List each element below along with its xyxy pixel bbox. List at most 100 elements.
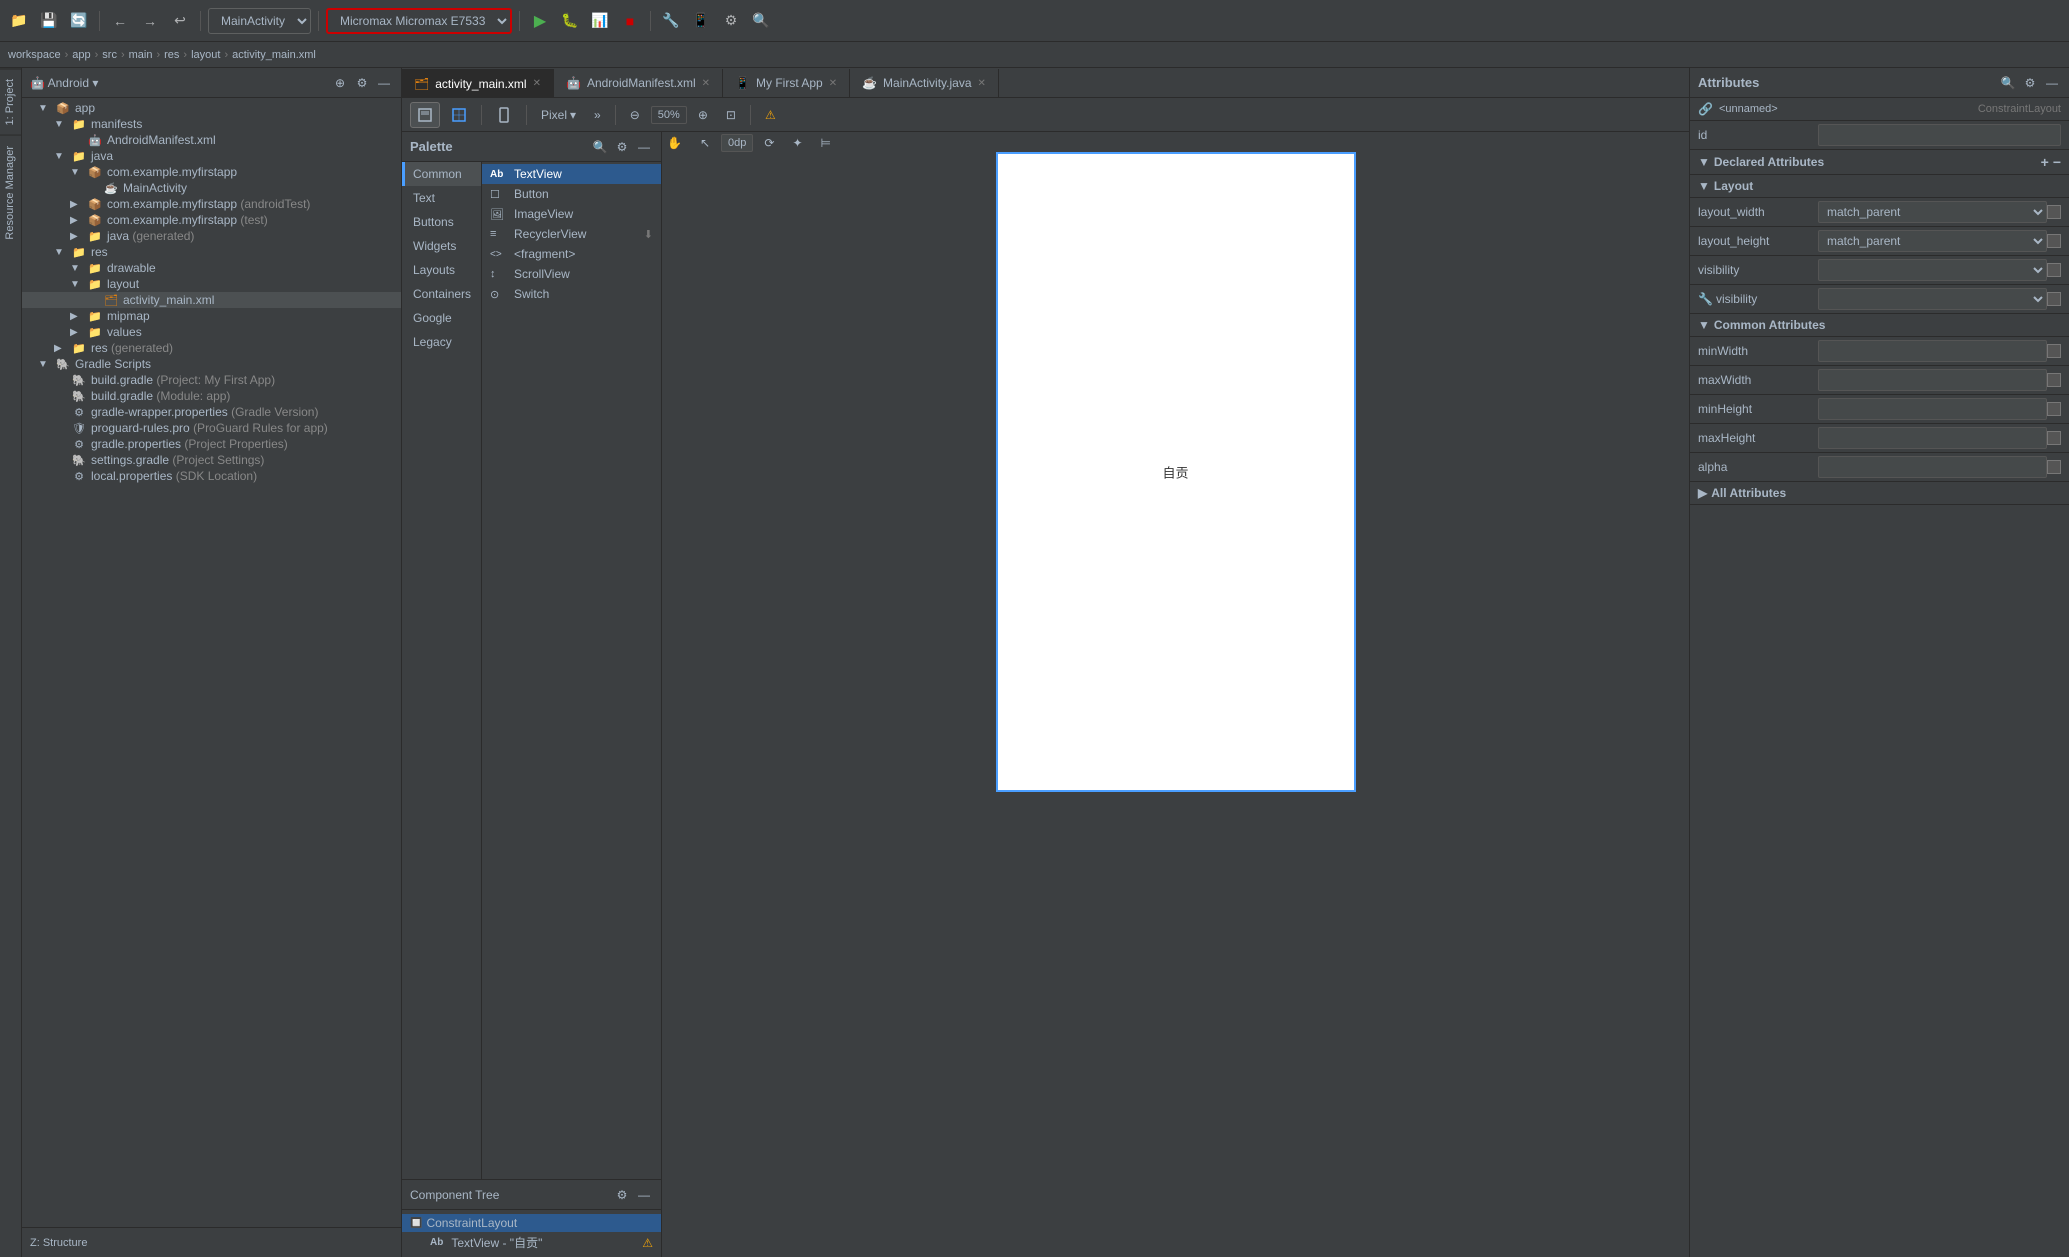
tree-item-package-main[interactable]: ▼ 📦 com.example.myfirstapp <box>22 164 401 180</box>
maxheight-handle[interactable] <box>2047 431 2061 445</box>
palette-item-scrollview[interactable]: ↕ ScrollView <box>482 264 661 284</box>
tree-item-mainactivity[interactable]: ☕ MainActivity <box>22 180 401 196</box>
palette-item-textview[interactable]: Ab TextView <box>482 164 661 184</box>
back-btn[interactable]: ← <box>107 8 133 34</box>
attributes-search-btn[interactable]: 🔍 <box>1999 74 2017 92</box>
tree-item-package-android-test[interactable]: ▶ 📦 com.example.myfirstapp (androidTest) <box>22 196 401 212</box>
save-btn[interactable]: 💾 <box>36 8 62 34</box>
visibility-handle[interactable] <box>2047 263 2061 277</box>
tab-androidmanifest[interactable]: 🤖 AndroidManifest.xml ✕ <box>554 69 723 97</box>
open-file-btn[interactable]: 📁 <box>6 8 32 34</box>
sidebar-tab-resource-manager[interactable]: Resource Manager <box>0 135 21 250</box>
attr-layout-width-select[interactable]: match_parent wrap_content 0dp <box>1818 201 2047 223</box>
warning-btn[interactable]: ⚠ <box>758 102 783 128</box>
declared-attr-add-btn[interactable]: + <box>2041 154 2049 170</box>
tab-myfirstapp[interactable]: 📱 My First App ✕ <box>723 69 850 97</box>
tree-item-gradle-scripts[interactable]: ▼ 🐘 Gradle Scripts <box>22 356 401 372</box>
zoom-out-btn[interactable]: ⊖ <box>623 102 647 128</box>
palette-cat-google[interactable]: Google <box>402 306 481 330</box>
profile-btn[interactable]: 📊 <box>587 8 613 34</box>
tree-item-java[interactable]: ▼ 📁 java <box>22 148 401 164</box>
tab-activity-main-close[interactable]: ✕ <box>533 78 541 89</box>
tree-item-res-generated[interactable]: ▶ 📁 res (generated) <box>22 340 401 356</box>
search-btn[interactable]: 🔍 <box>748 8 774 34</box>
palette-cat-containers[interactable]: Containers <box>402 282 481 306</box>
bc-layout[interactable]: layout <box>191 49 220 61</box>
attr-visibility-wrench-select[interactable]: visible invisible gone <box>1818 288 2047 310</box>
orientation-btn[interactable] <box>489 102 519 128</box>
visibility-wrench-handle[interactable] <box>2047 292 2061 306</box>
common-attributes-section[interactable]: ▼ Common Attributes <box>1690 314 2069 337</box>
attr-maxwidth-input[interactable] <box>1818 369 2047 391</box>
tree-item-mipmap[interactable]: ▶ 📁 mipmap <box>22 308 401 324</box>
avd-manager-btn[interactable]: 📱 <box>688 8 714 34</box>
sync-btn[interactable]: 🔄 <box>66 8 92 34</box>
constraint-infer-btn[interactable]: ⟳ <box>757 132 781 156</box>
bc-file[interactable]: activity_main.xml <box>232 49 316 61</box>
more-options-btn[interactable]: » <box>587 102 608 128</box>
tree-item-package-test[interactable]: ▶ 📦 com.example.myfirstapp (test) <box>22 212 401 228</box>
palette-item-recyclerview[interactable]: ≡ RecyclerView ⬇ <box>482 224 661 244</box>
run-btn[interactable]: ▶ <box>527 8 553 34</box>
palette-item-imageview[interactable]: 🖼 ImageView <box>482 204 661 224</box>
recyclerview-download-icon[interactable]: ⬇ <box>644 228 653 241</box>
maxwidth-handle[interactable] <box>2047 373 2061 387</box>
declared-attributes-section[interactable]: ▼ Declared Attributes + − <box>1690 150 2069 175</box>
device-select-btn[interactable]: Pixel ▾ <box>534 102 583 128</box>
palette-cat-widgets[interactable]: Widgets <box>402 234 481 258</box>
tab-myfirstapp-close[interactable]: ✕ <box>829 78 837 89</box>
tree-item-androidmanifest[interactable]: 🤖 AndroidManifest.xml <box>22 132 401 148</box>
tree-item-local-properties[interactable]: ⚙ local.properties (SDK Location) <box>22 468 401 484</box>
palette-cat-layouts[interactable]: Layouts <box>402 258 481 282</box>
fit-screen-btn[interactable]: ⊡ <box>719 102 743 128</box>
tree-item-app[interactable]: ▼ 📦 app <box>22 100 401 116</box>
device-dropdown[interactable]: Micromax Micromax E7533 <box>326 8 512 34</box>
palette-options-btn[interactable]: ⚙ <box>613 138 631 156</box>
attr-visibility-select[interactable]: visible invisible gone <box>1818 259 2047 281</box>
bc-res[interactable]: res <box>164 49 179 61</box>
bc-workspace[interactable]: workspace <box>8 49 61 61</box>
pan-mode-btn[interactable]: ✋ <box>662 132 689 156</box>
bc-app[interactable]: app <box>72 49 90 61</box>
palette-close-btn[interactable]: — <box>635 138 653 156</box>
stop-btn[interactable]: ■ <box>617 8 643 34</box>
sdk-manager-btn[interactable]: 🔧 <box>658 8 684 34</box>
tree-item-build-gradle-project[interactable]: 🐘 build.gradle (Project: My First App) <box>22 372 401 388</box>
debug-btn[interactable]: 🐛 <box>557 8 583 34</box>
select-mode-btn[interactable]: ↖ <box>693 132 717 156</box>
tab-mainactivity[interactable]: ☕ MainActivity.java ✕ <box>850 69 999 97</box>
zoom-in-btn[interactable]: ⊕ <box>691 102 715 128</box>
minheight-handle[interactable] <box>2047 402 2061 416</box>
alpha-handle[interactable] <box>2047 460 2061 474</box>
tab-mainactivity-close[interactable]: ✕ <box>978 78 986 89</box>
palette-item-button[interactable]: ☐ Button <box>482 184 661 204</box>
component-tree-item-constraint[interactable]: 🔲 ConstraintLayout <box>402 1214 661 1232</box>
tree-item-settings-gradle[interactable]: 🐘 settings.gradle (Project Settings) <box>22 452 401 468</box>
layout-height-handle[interactable] <box>2047 234 2061 248</box>
tree-item-activity-main[interactable]: 🗂 activity_main.xml <box>22 292 401 308</box>
forward-btn[interactable]: → <box>137 8 163 34</box>
align-btn[interactable]: ⊨ <box>814 132 838 156</box>
auto-connect-btn[interactable]: ✦ <box>785 132 809 156</box>
blueprint-mode-btn[interactable] <box>444 102 474 128</box>
tab-activity-main[interactable]: 🗂 activity_main.xml ✕ <box>402 69 554 97</box>
component-tree-item-textview[interactable]: Ab TextView - "自贡" ⚠ <box>402 1232 661 1253</box>
tree-item-drawable[interactable]: ▼ 📁 drawable <box>22 260 401 276</box>
project-close-btn[interactable]: — <box>375 74 393 92</box>
attributes-options-btn[interactable]: ⚙ <box>2021 74 2039 92</box>
attr-alpha-input[interactable] <box>1818 456 2047 478</box>
design-mode-btn[interactable] <box>410 102 440 128</box>
undo-btn[interactable]: ↩ <box>167 8 193 34</box>
all-attributes-section[interactable]: ▶ All Attributes <box>1690 482 2069 505</box>
bc-main[interactable]: main <box>129 49 153 61</box>
attributes-close-btn[interactable]: — <box>2043 74 2061 92</box>
tree-item-java-generated[interactable]: ▶ 📁 java (generated) <box>22 228 401 244</box>
attr-minheight-input[interactable] <box>1818 398 2047 420</box>
tree-item-res[interactable]: ▼ 📁 res <box>22 244 401 260</box>
palette-search-btn[interactable]: 🔍 <box>591 138 609 156</box>
palette-cat-common[interactable]: Common <box>402 162 481 186</box>
attr-maxheight-input[interactable] <box>1818 427 2047 449</box>
component-tree-settings-btn[interactable]: ⚙ <box>613 1186 631 1204</box>
layout-width-handle[interactable] <box>2047 205 2061 219</box>
palette-cat-legacy[interactable]: Legacy <box>402 330 481 354</box>
